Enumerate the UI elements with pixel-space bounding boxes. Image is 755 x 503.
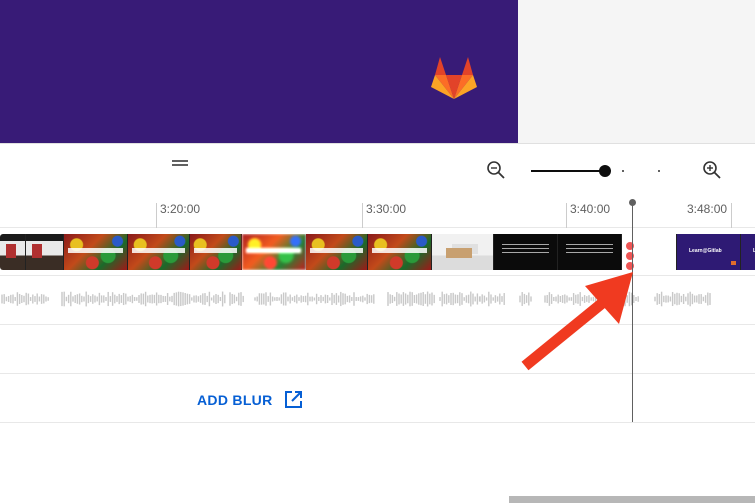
ruler-label: 3:48:00 xyxy=(687,202,728,216)
zoom-slider-thumb[interactable] xyxy=(599,165,611,177)
video-track[interactable]: Learn@Gitlab Learn@Gitlab xyxy=(0,228,755,276)
video-thumbnail xyxy=(494,234,558,270)
video-thumbnail xyxy=(432,234,494,270)
gitlab-fox-icon xyxy=(431,57,477,99)
audio-track[interactable] xyxy=(0,276,755,325)
open-in-new-icon xyxy=(284,391,302,408)
zoom-slider-track-rest xyxy=(605,170,679,172)
playhead-line[interactable] xyxy=(632,200,633,422)
video-preview xyxy=(0,0,518,143)
video-thumbnail xyxy=(0,234,26,270)
video-thumbnail xyxy=(558,234,622,270)
playhead-handle[interactable] xyxy=(629,199,636,206)
zoom-out-icon[interactable] xyxy=(485,159,507,181)
zoom-slider-track-filled xyxy=(531,170,605,172)
video-thumbnail xyxy=(190,234,242,270)
add-blur-button[interactable]: ADD BLUR xyxy=(197,390,303,410)
zoom-slider[interactable] xyxy=(531,164,679,178)
audio-waveform xyxy=(1,291,711,307)
ruler-tick xyxy=(362,203,363,228)
zoom-in-icon[interactable] xyxy=(701,159,723,181)
ruler-label: 3:40:00 xyxy=(570,202,611,216)
video-thumbnail xyxy=(26,234,64,270)
video-thumbnail: Learn@Gitlab xyxy=(677,234,741,270)
video-thumbnail-strip[interactable]: Learn@Gitlab Learn@Gitlab xyxy=(0,234,755,270)
empty-track xyxy=(0,325,755,374)
video-thumbnail xyxy=(306,234,368,270)
time-ruler: 3:20:00 3:30:00 3:40:00 3:48:00 xyxy=(0,195,755,228)
side-panel xyxy=(518,0,755,143)
ruler-tick xyxy=(156,203,157,228)
horizontal-scrollbar[interactable] xyxy=(509,496,755,503)
timeline-toolbar xyxy=(0,143,755,195)
blur-track: ADD BLUR xyxy=(0,374,755,423)
resize-handle[interactable] xyxy=(172,160,188,166)
ruler-tick xyxy=(731,203,732,228)
ruler-tick xyxy=(566,203,567,228)
video-thumbnail xyxy=(368,234,432,270)
ruler-label: 3:30:00 xyxy=(366,202,407,216)
video-thumbnail xyxy=(64,234,128,270)
video-thumbnail: Learn@Gitlab xyxy=(741,234,755,270)
add-blur-label: ADD BLUR xyxy=(197,392,273,408)
ruler-label: 3:20:00 xyxy=(160,202,201,216)
thumbnail-text: Learn@Gitlab xyxy=(689,248,722,254)
video-thumbnail xyxy=(622,234,677,270)
video-thumbnail xyxy=(242,234,306,270)
video-thumbnail xyxy=(128,234,190,270)
